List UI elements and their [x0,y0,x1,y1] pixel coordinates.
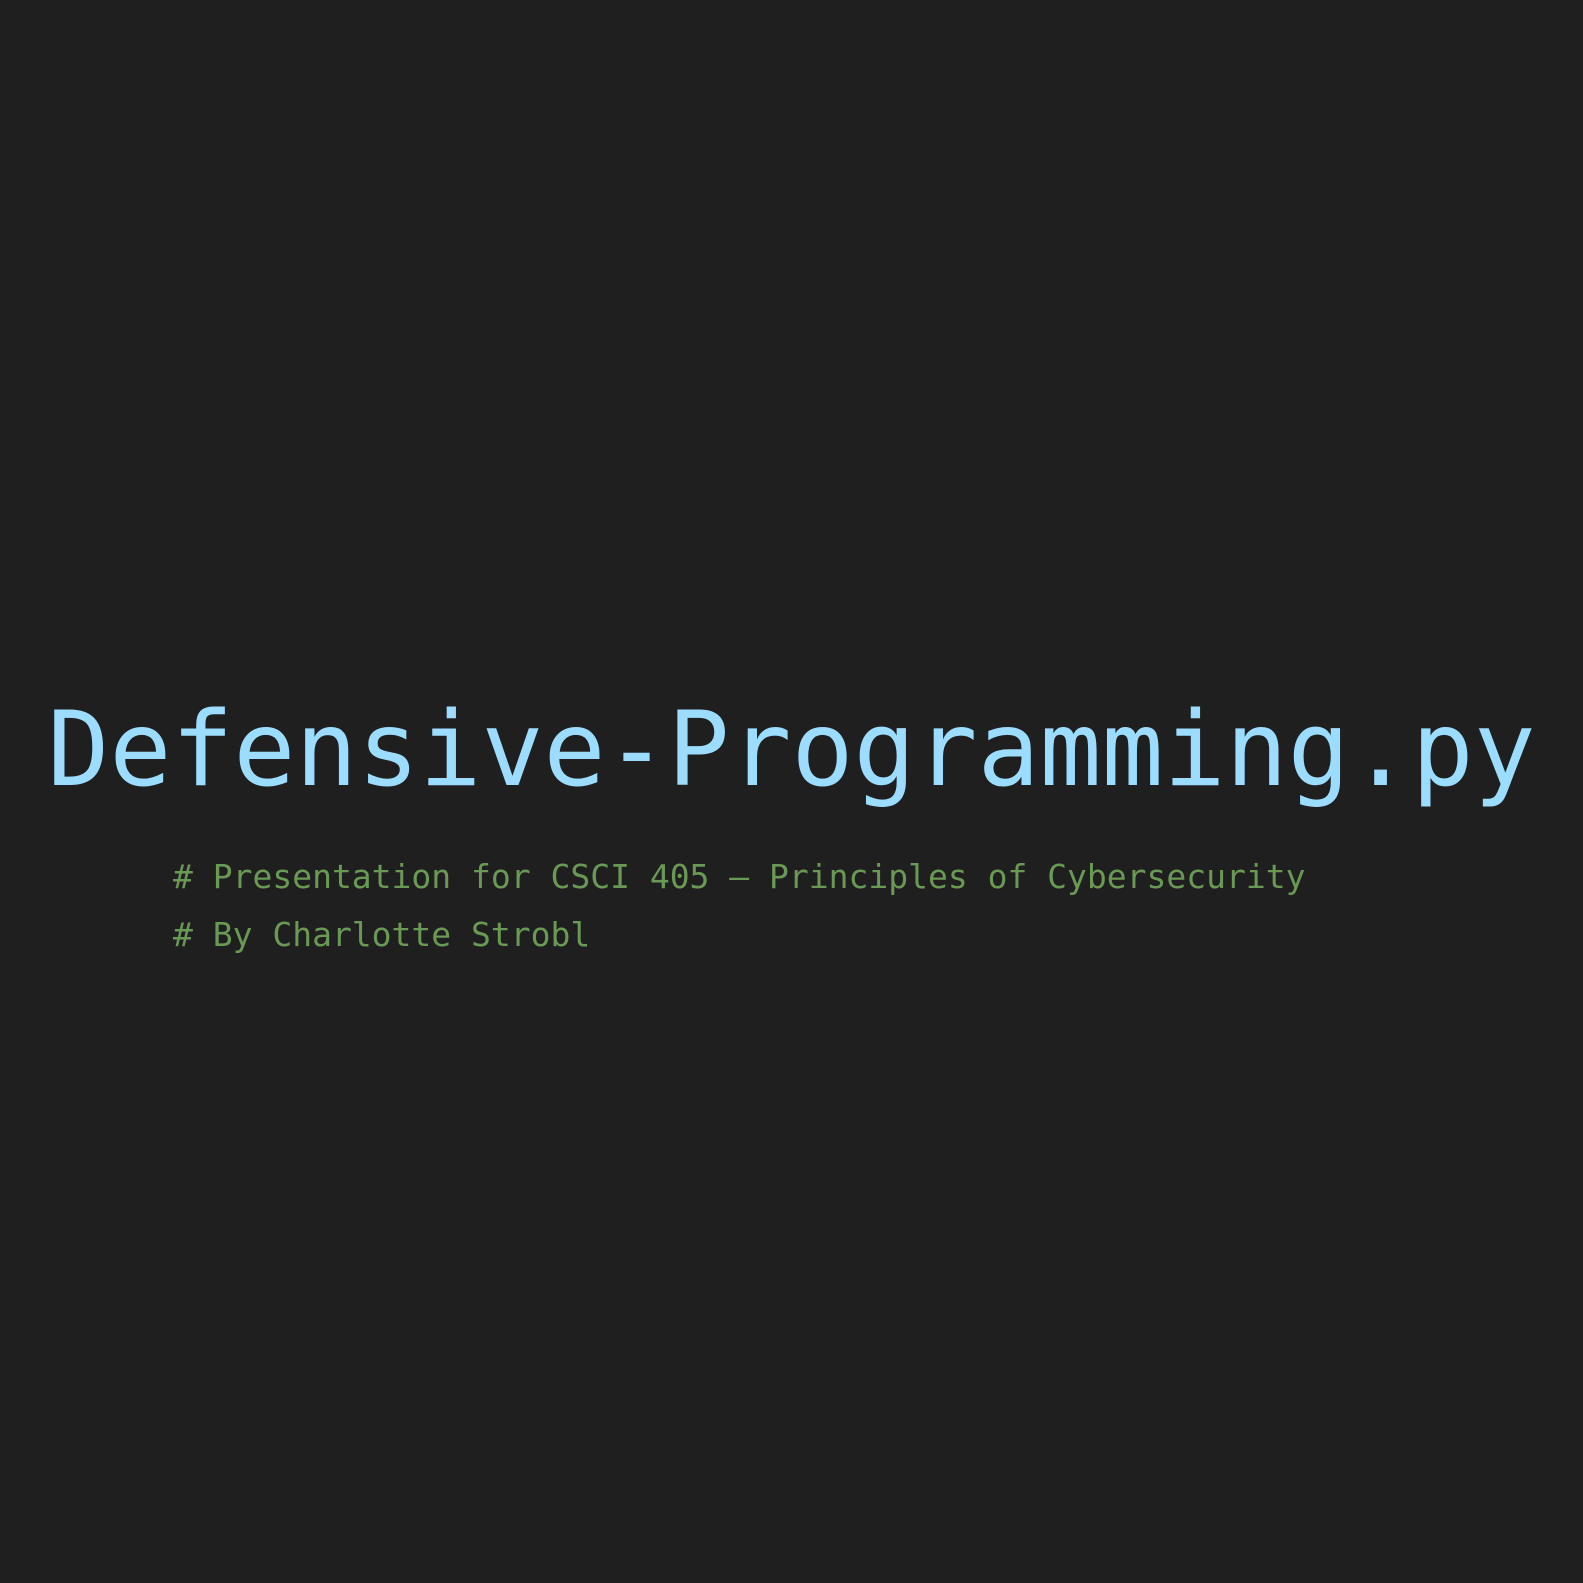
slide-title: Defensive-Programming.py [47,690,1536,810]
subtitle-comment-course: # Presentation for CSCI 405 – Principles… [173,857,1306,896]
subtitle-comment-author: # By Charlotte Strobl [173,915,591,954]
title-slide: Defensive-Programming.py # Presentation … [0,0,1583,1583]
